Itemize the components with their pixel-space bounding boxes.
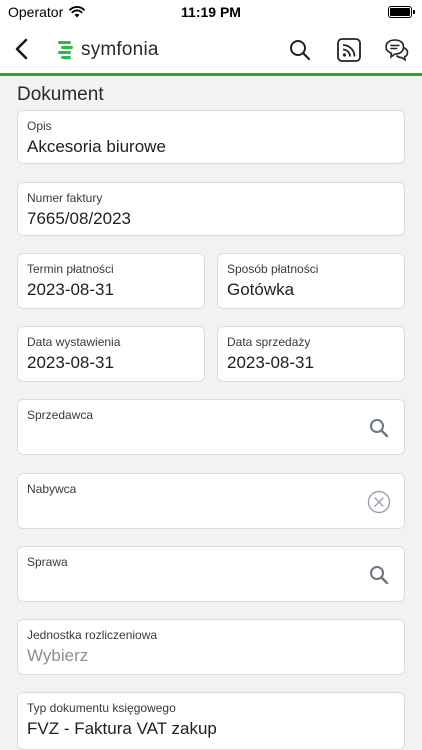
status-left: Operator — [8, 4, 86, 20]
field-label: Jednostka rozliczeniowa — [27, 628, 158, 642]
field-value: 2023-08-31 — [27, 280, 114, 299]
field-value: 2023-08-31 — [227, 353, 314, 372]
clear-icon[interactable] — [367, 490, 391, 514]
invoice-number-field[interactable]: Numer faktury 7665/08/2023 — [17, 182, 405, 236]
logo-mark-icon — [58, 41, 73, 59]
accounting-document-type-field[interactable]: Typ dokumentu księgowego FVZ - Faktura V… — [17, 692, 405, 750]
field-label: Opis — [27, 119, 52, 133]
field-label: Termin płatności — [27, 262, 114, 276]
issue-date-field[interactable]: Data wystawienia 2023-08-31 — [17, 326, 205, 382]
carrier-label: Operator — [8, 4, 64, 20]
wifi-icon — [69, 6, 86, 18]
field-value: 2023-08-31 — [27, 353, 114, 372]
field-value: Akcesoria biurowe — [27, 137, 166, 156]
field-label: Sposób płatności — [227, 262, 319, 276]
field-placeholder: Wybierz — [27, 646, 89, 665]
field-value: FVZ - Faktura VAT zakup — [27, 719, 217, 738]
field-value: 7665/08/2023 — [27, 209, 131, 228]
description-field[interactable]: Opis Akcesoria biurowe — [17, 110, 405, 164]
field-label: Data wystawienia — [27, 335, 121, 349]
search-icon[interactable] — [368, 417, 390, 439]
field-label: Numer faktury — [27, 191, 103, 205]
section-title: Dokument — [17, 84, 104, 105]
battery-icon — [388, 6, 415, 18]
buyer-field[interactable]: Nabywca — [17, 473, 405, 529]
sale-date-field[interactable]: Data sprzedaży 2023-08-31 — [217, 326, 405, 382]
chat-icon[interactable] — [383, 37, 409, 63]
nav-bar: symfonia — [0, 24, 422, 76]
logo-text: symfonia — [81, 39, 159, 60]
field-label: Typ dokumentu księgowego — [27, 701, 176, 715]
status-bar: Operator 11:19 PM — [0, 0, 422, 24]
field-label: Sprawa — [27, 555, 68, 569]
field-label: Nabywca — [27, 482, 77, 496]
search-icon[interactable] — [287, 37, 313, 63]
battery-fill — [390, 8, 410, 16]
field-label: Data sprzedaży — [227, 335, 311, 349]
search-icon[interactable] — [368, 564, 390, 586]
case-field[interactable]: Sprawa — [17, 546, 405, 602]
payment-due-date-field[interactable]: Termin płatności 2023-08-31 — [17, 253, 205, 309]
field-label: Sprzedawca — [27, 408, 94, 422]
feed-icon[interactable] — [336, 37, 362, 63]
logo: symfonia — [58, 38, 159, 62]
payment-method-field[interactable]: Sposób płatności Gotówka — [217, 253, 405, 309]
back-icon[interactable] — [10, 36, 36, 62]
billing-unit-field[interactable]: Jednostka rozliczeniowa Wybierz — [17, 619, 405, 675]
seller-field[interactable]: Sprzedawca — [17, 399, 405, 455]
field-value: Gotówka — [227, 280, 295, 299]
